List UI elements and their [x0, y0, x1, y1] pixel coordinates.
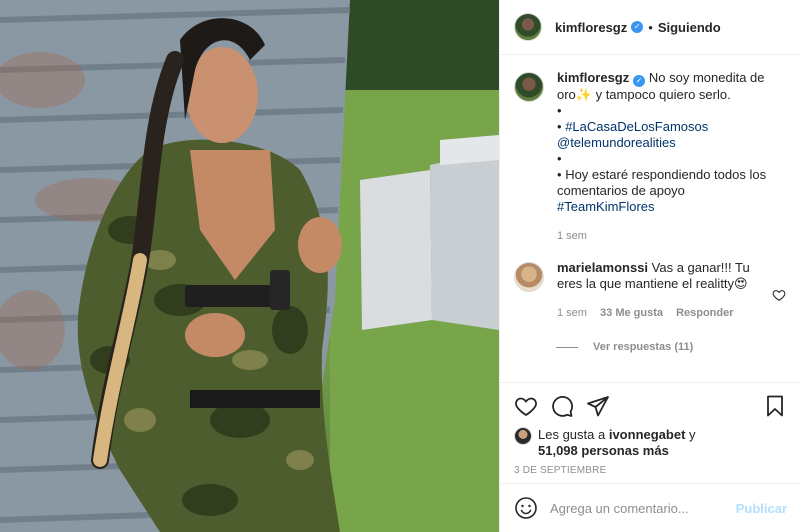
view-replies-line [556, 346, 578, 348]
comment-input[interactable] [550, 500, 736, 516]
instagram-post-modal: kimfloresgz ✓ • Siguiendo kimfloresgz ✓ N… [0, 0, 800, 532]
liker-username[interactable]: ivonnegabet [609, 427, 686, 442]
view-replies-label: Ver respuestas (11) [593, 341, 694, 353]
verified-icon: ✓ [633, 75, 646, 87]
caption-line: • [557, 103, 562, 118]
comment-icon[interactable] [550, 394, 574, 418]
comment-avatar[interactable] [514, 262, 544, 292]
share-icon[interactable] [586, 394, 610, 418]
bullet: • [557, 119, 562, 134]
caption-avatar[interactable] [514, 72, 544, 102]
post-actions: Les gusta a ivonnegabet y 51,098 persona… [500, 382, 800, 476]
mention-link[interactable]: @telemundorealities [557, 135, 786, 151]
likes-prefix: Les gusta a [538, 427, 606, 442]
caption-link[interactable]: • #LaCasaDeLosFamosos [557, 119, 786, 135]
liker-avatar[interactable] [514, 427, 532, 445]
comment: marielamonssi Vas a ganar!!! Tu eres la … [514, 260, 786, 321]
comments-section[interactable]: kimfloresgz ✓ No soy monedita de oro✨ y t… [500, 55, 800, 382]
comment-username[interactable]: marielamonssi [557, 260, 648, 275]
view-replies[interactable]: Ver respuestas (11) [556, 341, 786, 353]
bullet: • [557, 167, 562, 182]
comment-heart-icon[interactable] [772, 269, 786, 321]
hashtag-link[interactable]: #TeamKimFlores [557, 199, 786, 215]
post-comment-button[interactable]: Publicar [736, 501, 787, 516]
reply-button[interactable]: Responder [676, 307, 733, 319]
emoji-icon[interactable] [514, 496, 538, 520]
heart-icon[interactable] [514, 394, 538, 418]
caption-time[interactable]: 1 sem [557, 228, 786, 244]
hashtag-link[interactable]: #LaCasaDeLosFamosos [565, 119, 708, 134]
caption-text: Hoy estaré respondiendo todos los coment… [557, 167, 767, 198]
caption-line: • Hoy estaré respondiendo todos los come… [557, 167, 786, 199]
comment-meta: 1 sem 33 Me gusta Responder [557, 305, 766, 321]
likes-conjunction: y [689, 427, 696, 442]
caption-line: • [557, 151, 562, 166]
post-header: kimfloresgz ✓ • Siguiendo [500, 0, 800, 55]
following-button[interactable]: Siguiendo [658, 20, 721, 35]
add-comment-bar: Publicar [500, 483, 800, 532]
photo-illustration [0, 0, 499, 532]
action-icons [514, 393, 787, 419]
likes-summary: Les gusta a ivonnegabet y 51,098 persona… [514, 427, 787, 459]
comment-likes[interactable]: 33 Me gusta [600, 307, 663, 319]
author-username[interactable]: kimfloresgz [555, 20, 627, 35]
bookmark-icon[interactable] [763, 394, 787, 418]
author-avatar[interactable] [514, 13, 542, 41]
comment-time[interactable]: 1 sem [557, 307, 587, 319]
post-date[interactable]: 3 de septiembre [514, 465, 787, 476]
post-photo[interactable] [0, 0, 499, 532]
header-separator: • [648, 19, 653, 35]
caption-username[interactable]: kimfloresgz [557, 70, 629, 85]
caption: kimfloresgz ✓ No soy monedita de oro✨ y t… [514, 70, 786, 244]
likes-count[interactable]: 51,098 personas más [538, 443, 696, 459]
verified-icon: ✓ [631, 21, 644, 33]
post-side-panel: kimfloresgz ✓ • Siguiendo kimfloresgz ✓ N… [499, 0, 800, 532]
